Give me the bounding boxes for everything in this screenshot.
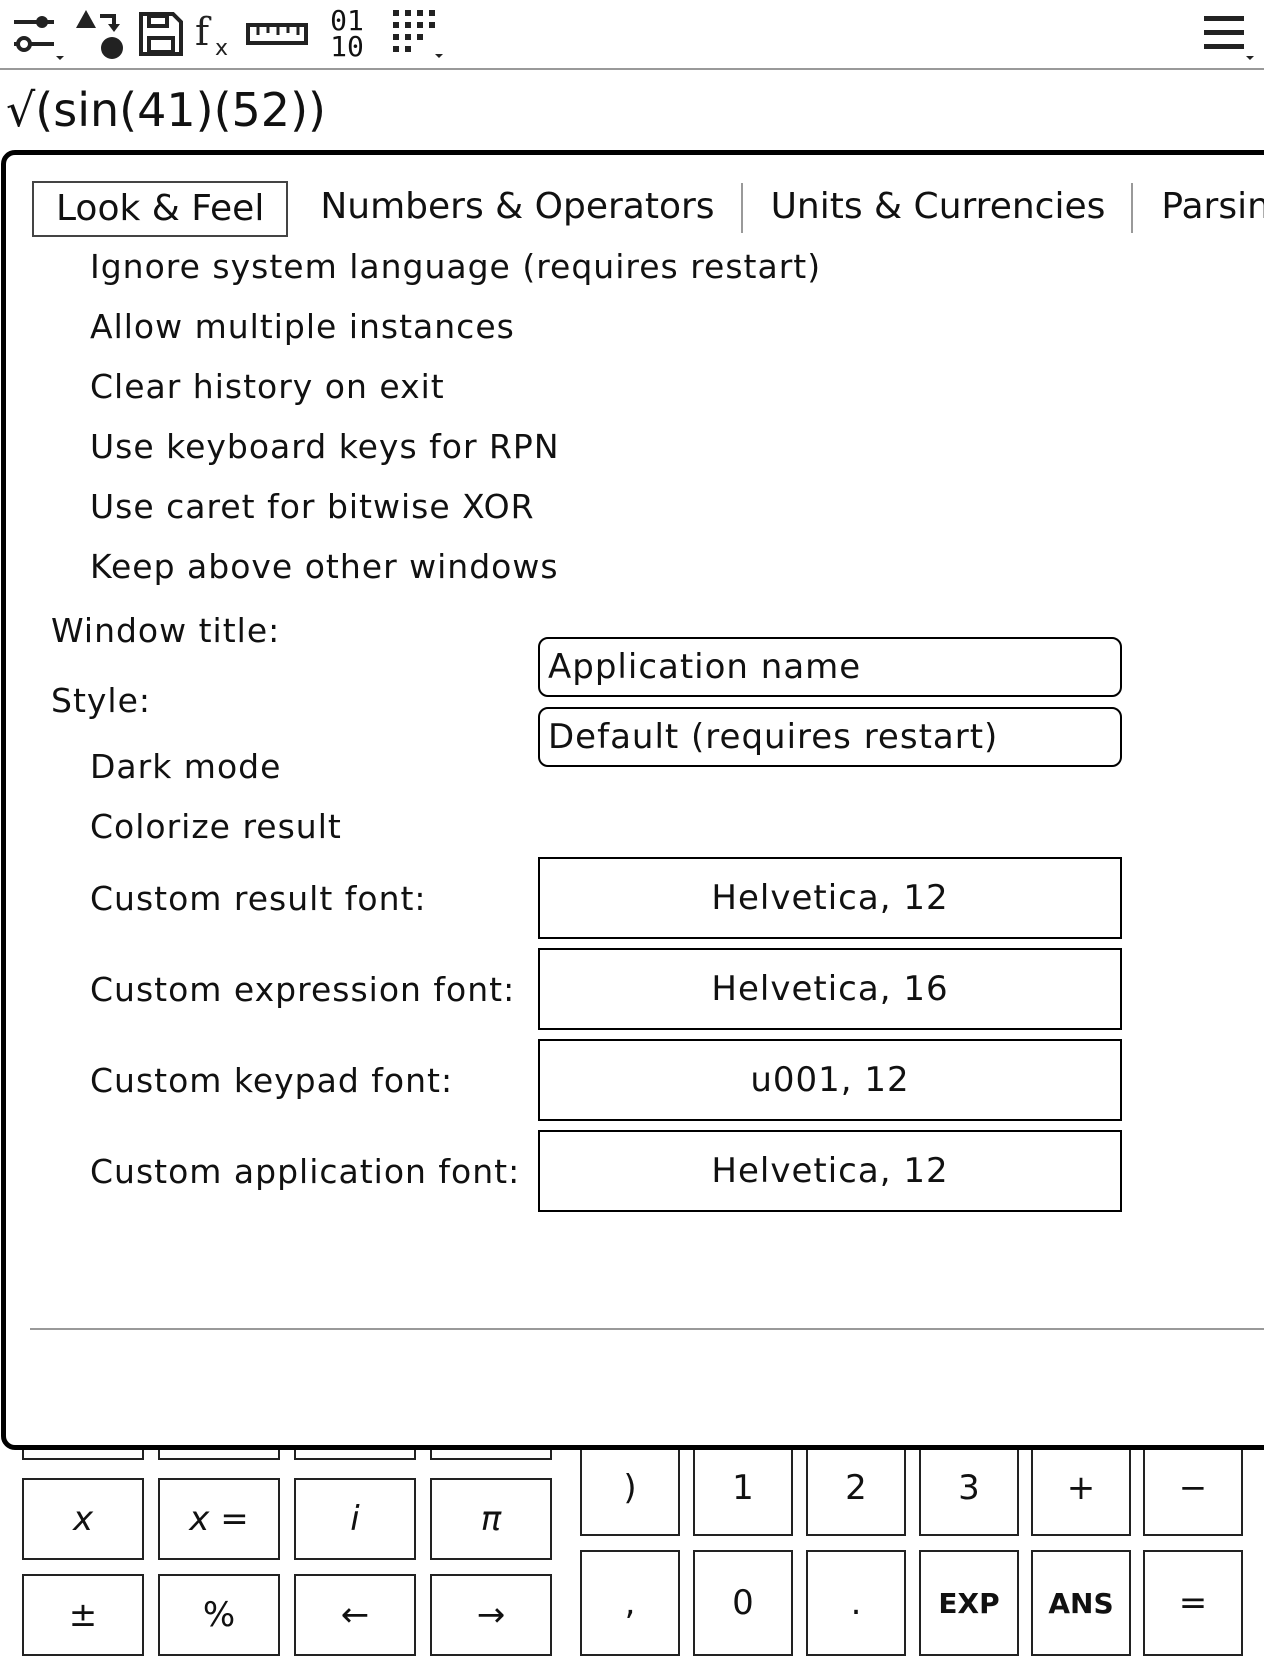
result-font-button[interactable]: Helvetica, 12 [538,857,1122,939]
expression-input[interactable]: √(sin(41)(52)) [0,70,1264,150]
option-ignore-system-language[interactable]: Ignore system language (requires restart… [90,247,821,286]
option-dark-mode[interactable]: Dark mode [90,747,281,786]
key-comma[interactable]: , [580,1550,680,1656]
preferences-tabs: Look & Feel Numbers & Operators Units & … [32,181,1264,237]
binary-icon[interactable]: 01 10 [322,6,372,62]
svg-text:x: x [215,36,228,59]
key-decimal[interactable]: . [806,1550,906,1656]
hamburger-menu-icon[interactable] [1196,6,1256,62]
key-left-arrow[interactable]: ← [294,1574,416,1656]
toolbar: fx 01 10 [0,0,1264,70]
tab-look-and-feel[interactable]: Look & Feel [32,181,289,237]
tab-numbers-operators[interactable]: Numbers & Operators [292,181,743,237]
key-ans[interactable]: ANS [1031,1550,1131,1656]
key-equals[interactable]: = [1143,1550,1243,1656]
key-minus[interactable]: − [1143,1440,1243,1536]
key-1[interactable]: 1 [693,1440,793,1536]
svg-text:f: f [195,10,212,54]
shapes-icon[interactable] [70,6,130,62]
key-close-paren[interactable]: ) [580,1440,680,1536]
tab-parsing[interactable]: Parsing [1133,181,1264,237]
keypad-font-label: Custom keypad font: [90,1061,454,1100]
window-title-label: Window title: [51,611,281,650]
application-font-button[interactable]: Helvetica, 12 [538,1130,1122,1212]
key-plus[interactable]: + [1031,1440,1131,1536]
keypad: x x = i π ± % ← → ) 1 2 3 + − , 0 . EXP … [0,1410,1264,1680]
binary-icon-bottom: 10 [330,30,364,63]
preferences-dialog: Look & Feel Numbers & Operators Units & … [1,150,1264,1450]
key-exp[interactable]: EXP [919,1550,1019,1656]
option-caret-xor[interactable]: Use caret for bitwise XOR [90,487,535,526]
key-pi[interactable]: π [430,1478,552,1560]
settings-sliders-icon[interactable] [8,6,68,62]
option-clear-history[interactable]: Clear history on exit [90,367,445,406]
function-icon[interactable]: fx [190,6,242,62]
expression-font-button[interactable]: Helvetica, 16 [538,948,1122,1030]
key-3[interactable]: 3 [919,1440,1019,1536]
option-keep-above[interactable]: Keep above other windows [90,547,559,586]
option-allow-multiple-instances[interactable]: Allow multiple instances [90,307,515,346]
key-right-arrow[interactable]: → [430,1574,552,1656]
key-plus-minus[interactable]: ± [22,1574,144,1656]
window-title-field[interactable]: Application name [538,637,1122,697]
key-imaginary[interactable]: i [294,1478,416,1560]
dialog-separator [30,1328,1264,1330]
expression-font-label: Custom expression font: [90,970,516,1009]
key-2[interactable]: 2 [806,1440,906,1536]
save-icon[interactable] [132,6,190,62]
tab-units-currencies[interactable]: Units & Currencies [743,181,1134,237]
key-0[interactable]: 0 [693,1550,793,1656]
ruler-icon[interactable] [244,6,310,62]
application-font-label: Custom application font: [90,1152,521,1191]
key-x[interactable]: x [22,1478,144,1560]
option-keyboard-rpn[interactable]: Use keyboard keys for RPN [90,427,560,466]
keypad-grid-icon[interactable] [388,6,446,62]
option-colorize-result[interactable]: Colorize result [90,807,342,846]
style-label: Style: [51,681,152,720]
style-select[interactable]: Default (requires restart) [538,707,1122,767]
key-percent[interactable]: % [158,1574,280,1656]
key-x-equals[interactable]: x = [158,1478,280,1560]
keypad-font-button[interactable]: u001, 12 [538,1039,1122,1121]
result-font-label: Custom result font: [90,879,427,918]
